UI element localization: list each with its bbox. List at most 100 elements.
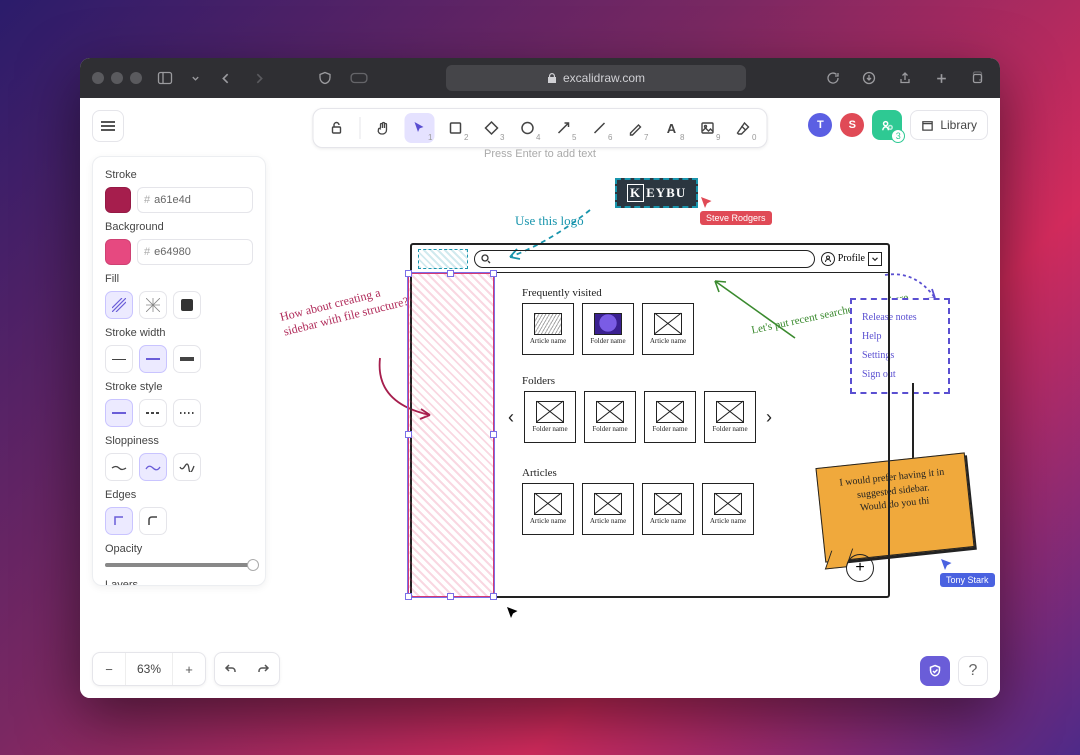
traffic-zoom[interactable] — [130, 72, 142, 84]
fill-solid[interactable] — [173, 291, 201, 319]
background-label: Background — [105, 221, 253, 233]
stroke-thick[interactable] — [173, 345, 201, 373]
selection-tool[interactable]: 1 — [405, 113, 435, 143]
hand-tool[interactable] — [369, 113, 399, 143]
back-button[interactable] — [214, 67, 236, 89]
fill-cross[interactable] — [139, 291, 167, 319]
collab-cursor-tony: Tony Stark — [940, 558, 995, 587]
diamond-tool[interactable]: 3 — [477, 113, 507, 143]
stroke-label: Stroke — [105, 169, 253, 181]
library-button[interactable]: Library — [910, 110, 988, 140]
text-tool[interactable]: A8 — [657, 113, 687, 143]
collaborator-avatar-t[interactable]: T — [808, 113, 832, 137]
app-area: 1 2 3 4 5 6 7 A8 9 0 Press Enter to add … — [80, 98, 1000, 698]
chevron-down-icon[interactable] — [868, 252, 882, 266]
wf-profile[interactable]: Profile — [821, 252, 882, 266]
stroke-medium[interactable] — [139, 345, 167, 373]
wf-search-input[interactable] — [474, 250, 815, 268]
arrow-tool[interactable]: 5 — [549, 113, 579, 143]
wf-card[interactable]: Article name — [642, 483, 694, 535]
redo-button[interactable] — [247, 653, 279, 685]
encrypted-icon[interactable] — [920, 656, 950, 686]
canvas[interactable]: KEYBU Use this logo Steve Rodgers How ab… — [280, 158, 980, 638]
traffic-close[interactable] — [92, 72, 104, 84]
background-hex-input[interactable]: #e64980 — [137, 239, 253, 265]
stroke-hex-input[interactable]: #a61e4d — [137, 187, 253, 213]
line-tool[interactable]: 6 — [585, 113, 615, 143]
stroke-dotted[interactable] — [173, 399, 201, 427]
traffic-minimize[interactable] — [111, 72, 123, 84]
menu-button[interactable] — [92, 110, 124, 142]
slop-high[interactable] — [173, 453, 201, 481]
share-icon[interactable] — [894, 67, 916, 89]
rectangle-tool[interactable]: 2 — [441, 113, 471, 143]
wf-card[interactable]: Article name — [702, 483, 754, 535]
scroll-left[interactable]: ‹ — [506, 407, 516, 428]
cursor-icon — [506, 606, 520, 620]
zoom-value[interactable]: 63% — [125, 653, 173, 685]
wf-sidebar-shape[interactable] — [408, 273, 494, 597]
reload-icon[interactable] — [822, 67, 844, 89]
use-logo-note: Use this logo — [515, 213, 584, 229]
help-button[interactable]: ? — [958, 656, 988, 686]
browser-window: excalidraw.com 1 2 3 4 5 6 7 A8 9 0 — [80, 58, 1000, 698]
avatar-icon — [821, 252, 835, 266]
slop-med[interactable] — [139, 453, 167, 481]
slop-low[interactable] — [105, 453, 133, 481]
undo-button[interactable] — [215, 653, 247, 685]
zoom-out-button[interactable]: − — [93, 653, 125, 685]
wf-card[interactable]: Folder name — [704, 391, 756, 443]
scroll-right[interactable]: › — [764, 407, 774, 428]
wf-folders-title: Folders — [522, 375, 774, 387]
wf-freq-title: Frequently visited — [522, 287, 694, 299]
sidebar-note: How about creating a sidebar with file s… — [278, 277, 421, 340]
wf-section-freq: Frequently visited Article name Folder n… — [522, 287, 694, 355]
collab-tag-tony: Tony Stark — [940, 573, 995, 587]
edges-sharp[interactable] — [105, 507, 133, 535]
wf-card[interactable]: Folder name — [524, 391, 576, 443]
edges-round[interactable] — [139, 507, 167, 535]
fill-label: Fill — [105, 273, 253, 285]
background-color-swatch[interactable] — [105, 239, 131, 265]
shield-icon[interactable] — [314, 67, 336, 89]
stroke-color-swatch[interactable] — [105, 187, 131, 213]
main-toolbar: 1 2 3 4 5 6 7 A8 9 0 — [313, 108, 768, 148]
lock-tool[interactable] — [322, 113, 352, 143]
wf-add-button[interactable]: + — [846, 554, 874, 582]
stroke-thin[interactable] — [105, 345, 133, 373]
keybu-logo[interactable]: KEYBU — [615, 178, 698, 208]
stroke-width-label: Stroke width — [105, 327, 253, 339]
sidebar-toggle-icon[interactable] — [154, 67, 176, 89]
wf-card[interactable]: Folder name — [584, 391, 636, 443]
ellipse-tool[interactable]: 4 — [513, 113, 543, 143]
eraser-tool[interactable]: 0 — [729, 113, 759, 143]
forward-button[interactable] — [248, 67, 270, 89]
zoom-in-button[interactable]: + — [173, 653, 205, 685]
new-tab-icon[interactable] — [930, 67, 952, 89]
wf-card[interactable]: Folder name — [582, 303, 634, 355]
stroke-dashed[interactable] — [139, 399, 167, 427]
wf-card[interactable]: Article name — [522, 303, 574, 355]
extension-icon[interactable] — [348, 67, 370, 89]
layers-label: Layers — [105, 579, 253, 586]
opacity-slider[interactable] — [105, 563, 253, 567]
wf-card[interactable]: Article name — [582, 483, 634, 535]
download-icon[interactable] — [858, 67, 880, 89]
collaborator-avatar-s[interactable]: S — [840, 113, 864, 137]
stroke-solid[interactable] — [105, 399, 133, 427]
wf-card[interactable]: Article name — [642, 303, 694, 355]
wireframe-frame[interactable]: Profile Frequently vis — [410, 243, 890, 598]
library-label: Library — [940, 118, 977, 132]
edges-label: Edges — [105, 489, 253, 501]
draw-tool[interactable]: 7 — [621, 113, 651, 143]
image-tool[interactable]: 9 — [693, 113, 723, 143]
fill-hachure[interactable] — [105, 291, 133, 319]
wf-logo-slot[interactable] — [418, 249, 468, 269]
wf-card[interactable]: Article name — [522, 483, 574, 535]
share-button[interactable]: 3 — [872, 110, 902, 140]
tabs-icon[interactable] — [966, 67, 988, 89]
wf-card[interactable]: Folder name — [644, 391, 696, 443]
url-bar[interactable]: excalidraw.com — [446, 65, 746, 91]
chevron-down-icon[interactable] — [188, 67, 202, 89]
wf-section-folders: Folders ‹ Folder name Folder name Folder… — [506, 375, 774, 443]
